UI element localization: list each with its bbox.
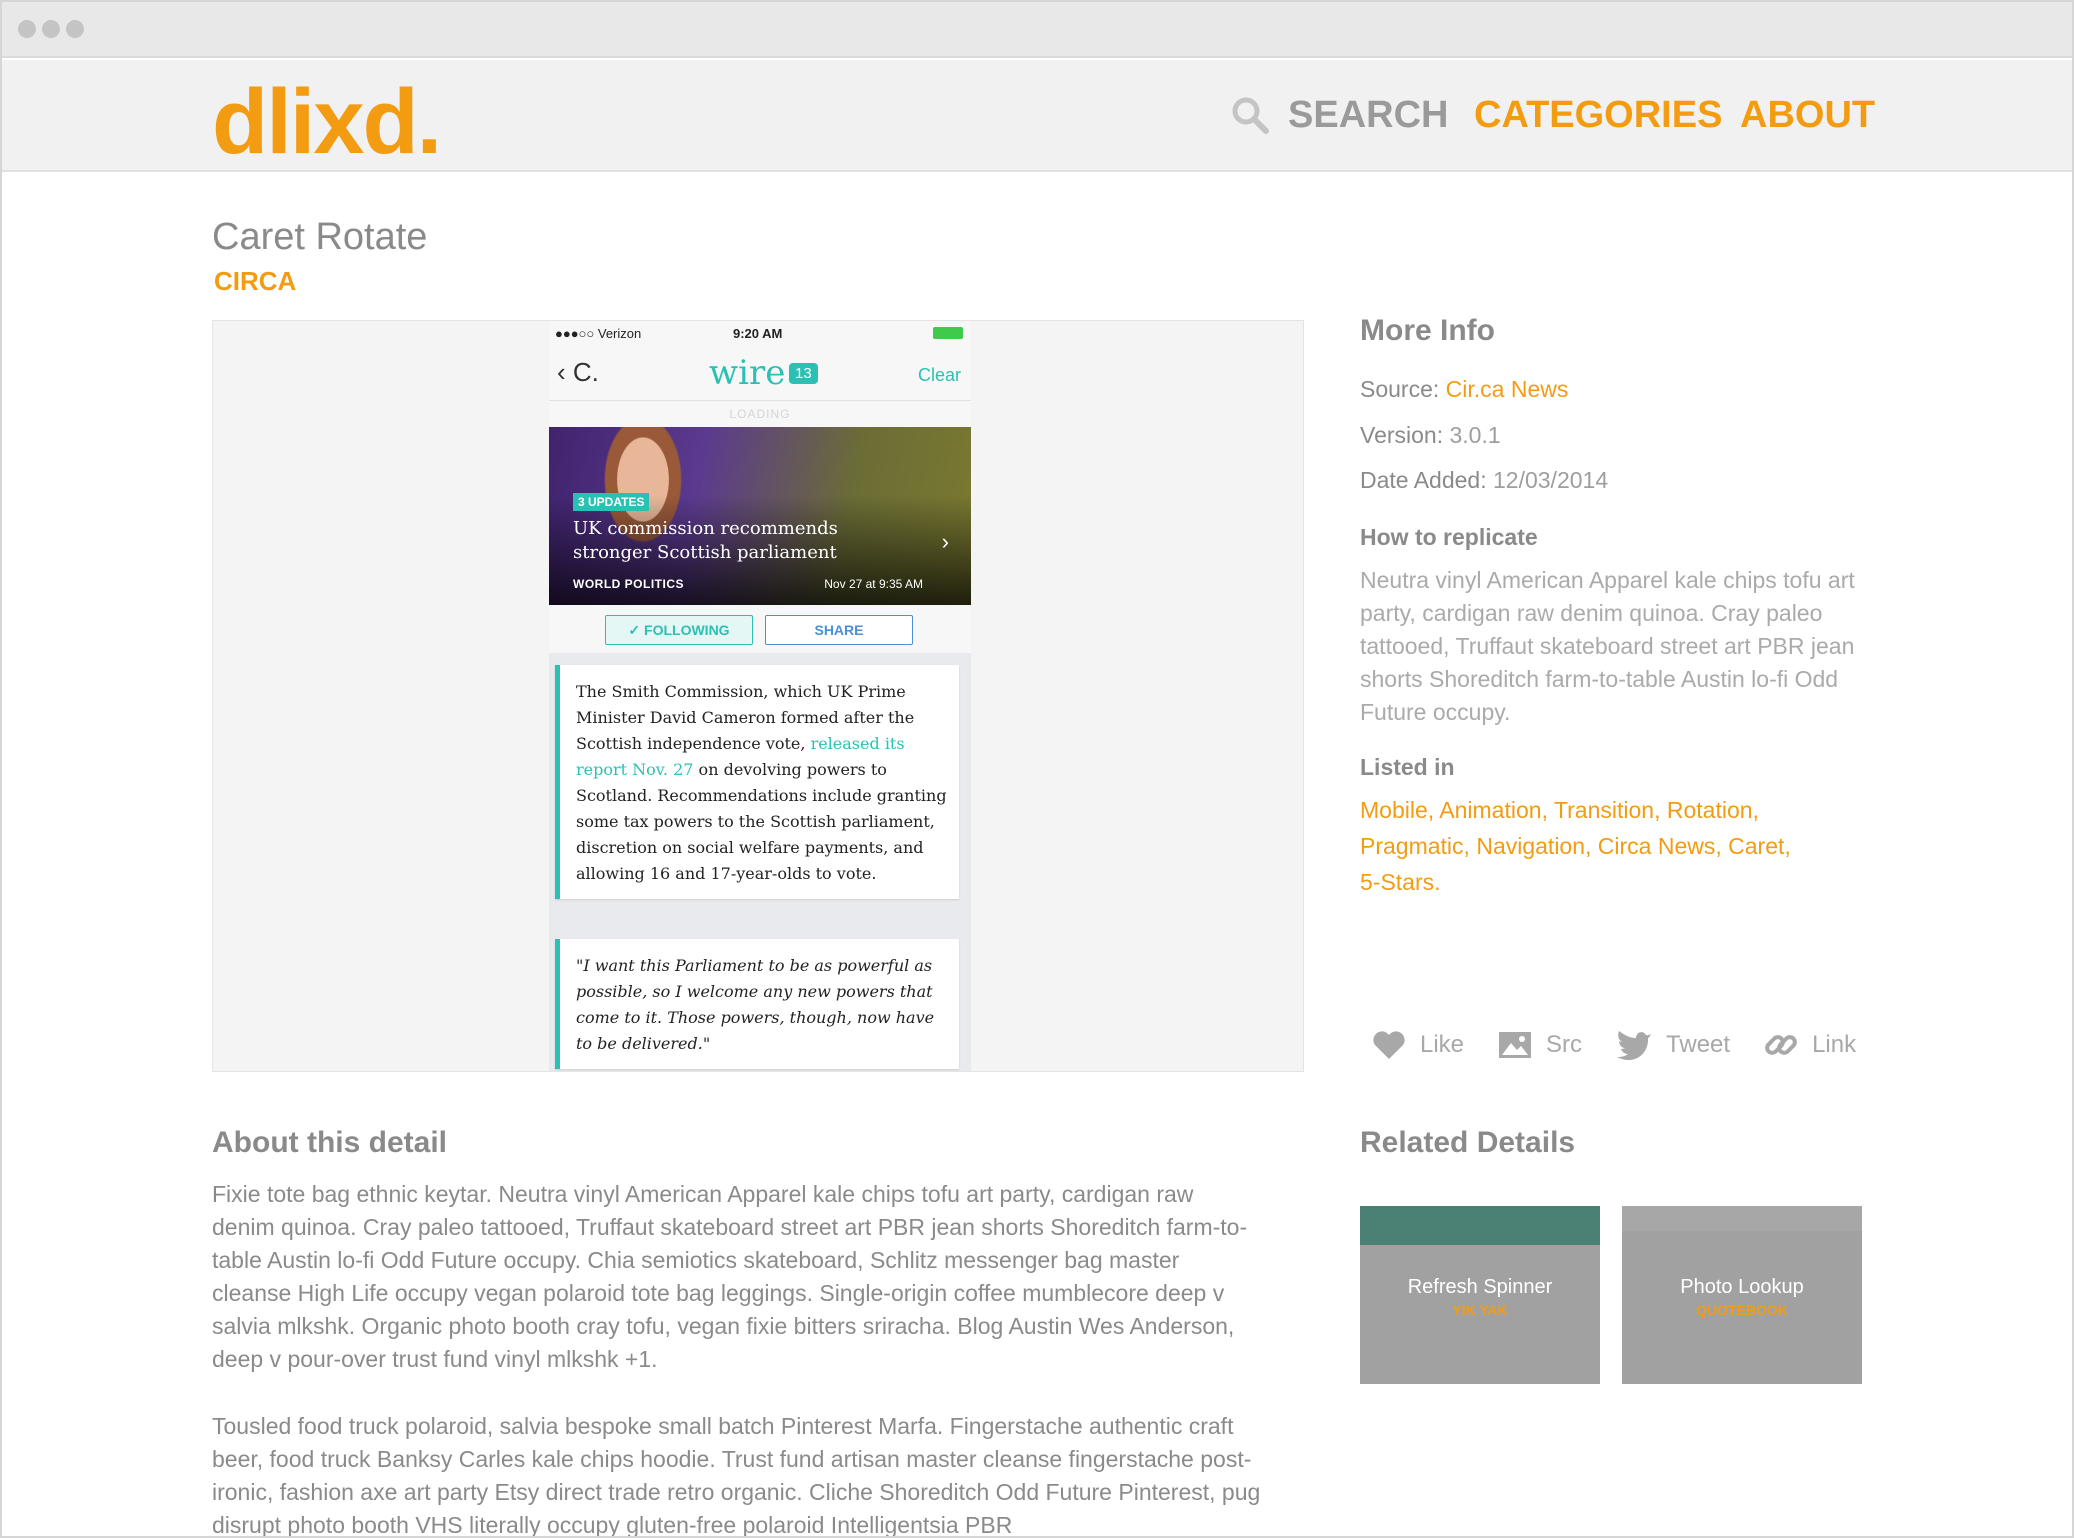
related-title: Photo Lookup [1680, 1276, 1804, 1298]
phone-screenshot: ●●●○○ Verizon 9:20 AM ‹ C. wire 13 Clear… [549, 321, 971, 1071]
source-label: Source: [1360, 376, 1440, 402]
heart-icon [1373, 1031, 1405, 1059]
src-button[interactable]: Src [1498, 1031, 1582, 1059]
chevron-right-icon: › [941, 529, 949, 554]
tag-link[interactable]: Animation [1439, 797, 1541, 823]
count-badge: 13 [789, 363, 818, 384]
about-paragraph: Tousled food truck polaroid, salvia besp… [212, 1413, 1261, 1538]
nav-categories[interactable]: CATEGORIES [1474, 94, 1722, 137]
tag-link[interactable]: Transition [1554, 797, 1654, 823]
story-card: The Smith Commission, which UK Prime Min… [555, 665, 959, 899]
howto-heading: How to replicate [1360, 524, 1538, 550]
browser-chrome [2, 2, 2072, 58]
tag-link[interactable]: Circa News [1598, 833, 1716, 859]
like-button[interactable]: Like [1372, 1030, 1464, 1060]
howto-text: Neutra vinyl American Apparel kale chips… [1360, 567, 1855, 725]
story-actions: ✓ FOLLOWING SHARE [549, 605, 971, 653]
tag-link[interactable]: 5-Stars [1360, 869, 1434, 895]
nav-about[interactable]: ABOUT [1740, 94, 1875, 137]
nav-search[interactable]: SEARCH [1230, 90, 1448, 140]
share-actions: Like Src Tweet Link [1372, 1028, 1856, 1062]
image-icon [1499, 1032, 1532, 1058]
phone-app-bar: ‹ C. wire 13 Clear [549, 347, 971, 401]
detail-preview: ●●●○○ Verizon 9:20 AM ‹ C. wire 13 Clear… [212, 320, 1304, 1072]
more-info-heading: More Info [1360, 314, 1495, 347]
share-button[interactable]: SHARE [765, 615, 913, 645]
app-name-link[interactable]: CIRCA [214, 266, 296, 297]
site-logo[interactable]: dlixd. [212, 70, 442, 175]
date-value: 12/03/2014 [1493, 467, 1609, 493]
about-paragraph: Fixie tote bag ethnic keytar. Neutra vin… [212, 1181, 1248, 1372]
version-label: Version: [1360, 422, 1444, 448]
tag-link[interactable]: Caret [1728, 833, 1784, 859]
search-icon [1232, 97, 1269, 134]
tag-link[interactable]: Navigation [1476, 833, 1585, 859]
tag-link[interactable]: Rotation [1667, 797, 1753, 823]
link-button[interactable]: Link [1764, 1028, 1856, 1062]
carrier-label: ●●●○○ Verizon [555, 326, 642, 341]
link-label: Link [1812, 1031, 1857, 1058]
related-item-photo-lookup[interactable]: Photo Lookup QUOTEBOOK [1622, 1206, 1862, 1384]
story-headline: UK commission recommends stronger Scotti… [573, 518, 838, 563]
phone-status-bar: ●●●○○ Verizon 9:20 AM [549, 321, 971, 347]
related-app: YIK YAK [1452, 1302, 1508, 1318]
tag-link[interactable]: Mobile [1360, 797, 1428, 823]
tweet-label: Tweet [1666, 1031, 1731, 1058]
updates-badge: 3 UPDATES [573, 493, 650, 511]
minimize-window-dot[interactable] [42, 20, 60, 38]
browser-window: dlixd. SEARCH CATEGORIES ABOUT Caret Rot… [0, 0, 2074, 1538]
back-caret-button[interactable]: ‹ C. [557, 357, 599, 388]
story-date: Nov 27 at 9:35 AM [824, 577, 923, 591]
related-title: Refresh Spinner [1407, 1276, 1553, 1298]
date-row: Date Added: 12/03/2014 [1360, 467, 1608, 494]
site-header: dlixd. SEARCH CATEGORIES ABOUT [2, 60, 2072, 175]
back-label: C. [572, 357, 599, 387]
link-icon [1765, 1035, 1797, 1055]
app-title: wire [709, 353, 786, 393]
source-link[interactable]: Cir.ca News [1446, 376, 1569, 402]
following-button[interactable]: ✓ FOLLOWING [605, 615, 753, 645]
version-row: Version: 3.0.1 [1360, 422, 1501, 449]
related-heading: Related Details [1360, 1126, 1576, 1159]
page-title: Caret Rotate [212, 216, 428, 258]
tweet-button[interactable]: Tweet [1616, 1030, 1730, 1060]
tag-link[interactable]: Pragmatic [1360, 833, 1464, 859]
related-app: QUOTEBOOK [1696, 1302, 1788, 1318]
close-window-dot[interactable] [18, 20, 36, 38]
quote-card: "I want this Parliament to be as powerfu… [555, 939, 959, 1069]
loading-indicator: LOADING [549, 401, 971, 427]
about-heading: About this detail [212, 1126, 447, 1159]
clear-button[interactable]: Clear [918, 365, 961, 386]
story-hero[interactable]: 3 UPDATES UK commission recommends stron… [549, 427, 971, 605]
date-label: Date Added: [1360, 467, 1487, 493]
twitter-icon [1617, 1031, 1652, 1060]
src-label: Src [1546, 1031, 1583, 1058]
maximize-window-dot[interactable] [66, 20, 84, 38]
nav-search-label: SEARCH [1288, 93, 1449, 136]
battery-icon [933, 327, 963, 339]
tag-list: Mobile, Animation, Transition, Rotation,… [1360, 797, 1791, 895]
like-label: Like [1420, 1031, 1465, 1058]
listed-heading: Listed in [1360, 754, 1455, 780]
related-item-refresh-spinner[interactable]: Refresh Spinner YIK YAK [1360, 1206, 1600, 1384]
story-category: WORLD POLITICS [573, 577, 684, 591]
status-time: 9:20 AM [733, 326, 783, 341]
version-value: 3.0.1 [1449, 422, 1501, 448]
source-row: Source: Cir.ca News [1360, 376, 1568, 403]
